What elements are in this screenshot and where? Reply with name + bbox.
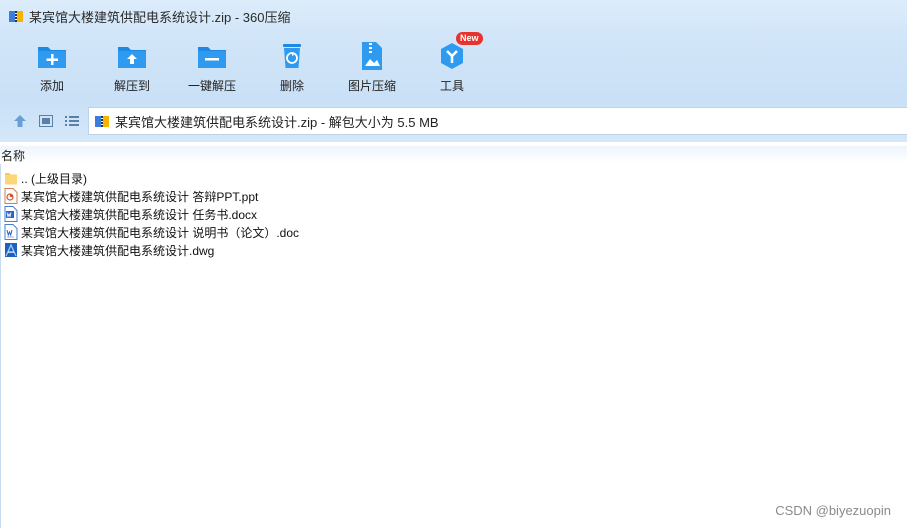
add-file-icon — [38, 47, 66, 68]
list-item-parent-dir[interactable]: .. (上级目录) — [0, 169, 907, 187]
file-name: 某宾馆大楼建筑供配电系统设计 说明书（论文）.doc — [21, 225, 300, 240]
add-button[interactable]: 添加 — [12, 32, 92, 100]
list-item-ppt[interactable]: 某宾馆大楼建筑供配电系统设计 答辩PPT.ppt — [0, 187, 907, 205]
tools-label: 工具 — [439, 79, 464, 93]
docx-file-icon — [4, 206, 18, 222]
path-field[interactable]: 某宾馆大楼建筑供配电系统设计.zip - 解包大小为 5.5 MB — [88, 107, 907, 135]
list-view-button[interactable] — [62, 111, 82, 131]
delete-label: 删除 — [279, 79, 304, 93]
name-column-header[interactable]: 名称 — [0, 146, 907, 164]
extract-to-label: 解压到 — [113, 79, 150, 93]
name-column-label: 名称 — [1, 148, 26, 163]
archive-path-text: 某宾馆大楼建筑供配电系统设计.zip - 解包大小为 5.5 MB — [115, 114, 439, 130]
title-bar: 某宾馆大楼建筑供配电系统设计.zip - 360压缩 — [0, 0, 907, 32]
one-click-extract-label: 一键解压 — [187, 79, 236, 93]
file-name: 某宾馆大楼建筑供配电系统设计 任务书.docx — [21, 207, 258, 222]
extract-to-icon — [118, 47, 146, 68]
arrow-up-icon — [14, 115, 26, 127]
list-item-docx[interactable]: 某宾馆大楼建筑供配电系统设计 任务书.docx — [0, 205, 907, 223]
dwg-file-icon — [5, 243, 17, 257]
thumbnail-view-button[interactable] — [36, 111, 56, 131]
one-click-extract-button[interactable]: 一键解压 — [172, 32, 252, 100]
ppt-file-icon — [4, 188, 18, 204]
add-label: 添加 — [39, 79, 64, 93]
file-list: .. (上级目录) 某宾馆大楼建筑供配电系统设计 答辩PPT.ppt 某宾馆大楼… — [0, 169, 907, 259]
list-view-icon — [65, 116, 79, 126]
one-click-extract-icon — [198, 47, 226, 68]
file-name: .. (上级目录) — [21, 171, 87, 186]
list-item-doc[interactable]: 某宾馆大楼建筑供配电系统设计 说明书（论文）.doc — [0, 223, 907, 241]
watermark-text: CSDN @biyezuopin — [775, 503, 891, 518]
tools-button[interactable]: New 工具 — [412, 32, 492, 100]
file-name: 某宾馆大楼建筑供配电系统设计.dwg — [21, 243, 215, 258]
toolbar: 添加 解压到 一键解压 删除 图片压缩 New 工具 — [0, 32, 907, 100]
image-compress-icon — [362, 42, 382, 70]
image-compress-label: 图片压缩 — [347, 79, 396, 93]
thumbnail-view-icon — [39, 115, 53, 127]
file-name: 某宾馆大楼建筑供配电系统设计 答辩PPT.ppt — [21, 189, 259, 204]
doc-file-icon — [4, 224, 18, 240]
address-bar: 某宾馆大楼建筑供配电系统设计.zip - 解包大小为 5.5 MB — [0, 100, 907, 142]
delete-button[interactable]: 删除 — [252, 32, 332, 100]
new-badge: New — [456, 32, 483, 45]
window-title: 某宾馆大楼建筑供配电系统设计.zip - 360压缩 — [29, 9, 291, 25]
folder-up-icon — [5, 173, 17, 185]
delete-icon — [283, 44, 301, 68]
list-item-dwg[interactable]: 某宾馆大楼建筑供配电系统设计.dwg — [0, 241, 907, 259]
extract-to-button[interactable]: 解压到 — [92, 32, 172, 100]
zip-archive-icon — [95, 116, 109, 127]
up-button[interactable] — [10, 111, 30, 131]
image-compress-button[interactable]: 图片压缩 — [332, 32, 412, 100]
zip-archive-icon — [9, 11, 23, 22]
